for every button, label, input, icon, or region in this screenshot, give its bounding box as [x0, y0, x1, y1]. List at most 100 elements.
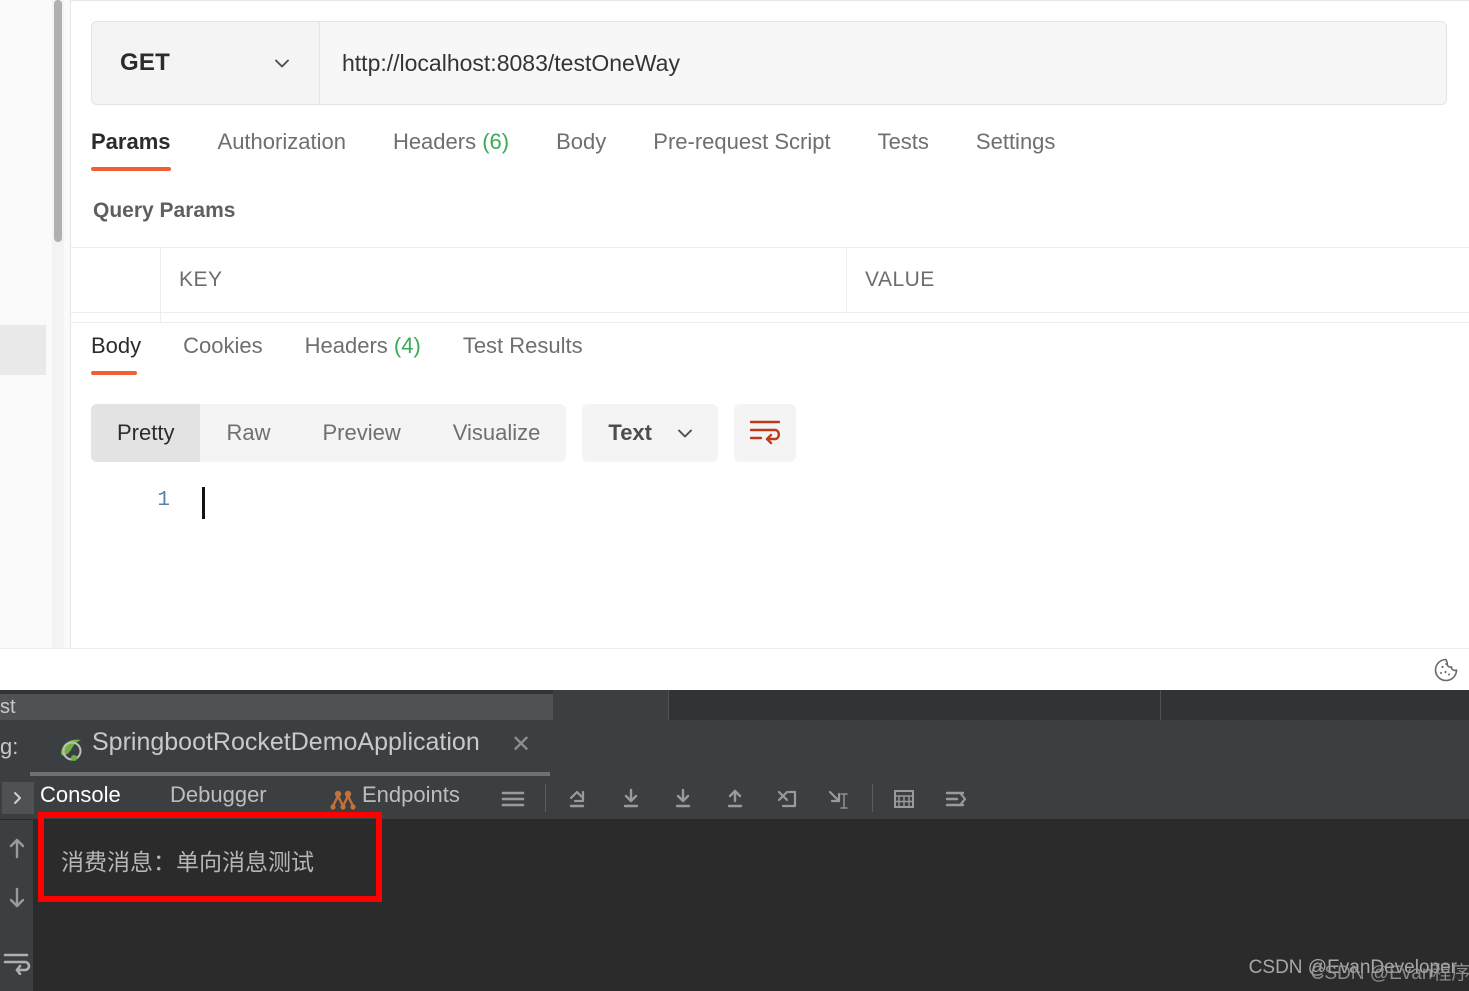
response-footer-bar — [0, 648, 1469, 690]
soft-wrap-icon[interactable] — [3, 947, 31, 975]
tab-headers-label: Headers — [393, 129, 476, 154]
view-mode-preview[interactable]: Preview — [296, 404, 426, 462]
tab-body[interactable]: Body — [556, 119, 606, 173]
run-to-cursor-icon[interactable] — [773, 785, 801, 813]
postman-vertical-scrollbar[interactable] — [52, 0, 64, 648]
request-response-panel: GET http://localhost:8083/testOneWay Par… — [70, 0, 1469, 648]
query-params-title: Query Params — [93, 199, 235, 223]
step-over-icon[interactable] — [565, 785, 593, 813]
tab-response-cookies[interactable]: Cookies — [183, 323, 262, 377]
arrow-down-icon[interactable] — [3, 884, 31, 912]
response-tab-bar: Body Cookies Headers (4) Test Results — [91, 323, 1469, 385]
toolbar-separator — [872, 784, 873, 812]
tab-params[interactable]: Params — [91, 119, 171, 173]
tab-authorization[interactable]: Authorization — [218, 119, 346, 173]
postman-left-strip — [0, 0, 52, 648]
step-into-icon[interactable] — [617, 785, 645, 813]
ide-subtab-console[interactable]: Console — [40, 782, 121, 808]
tab-separator — [1160, 690, 1161, 720]
tab-settings-label: Settings — [976, 129, 1056, 154]
run-panel-label: g: — [0, 734, 18, 760]
tab-authorization-label: Authorization — [218, 129, 346, 154]
view-mode-raw[interactable]: Raw — [200, 404, 296, 462]
tab-response-cookies-label: Cookies — [183, 333, 262, 358]
ide-editor-tab-strip: st — [0, 690, 1469, 720]
request-tab-bar: Params Authorization Headers (6) Body Pr… — [91, 119, 1469, 181]
tab-pre-request-script[interactable]: Pre-request Script — [653, 119, 830, 173]
http-method-select[interactable]: GET — [91, 21, 319, 105]
tab-response-headers-count: (4) — [394, 333, 421, 358]
chevron-down-icon — [271, 52, 293, 74]
scrollbar-thumb[interactable] — [54, 0, 62, 242]
url-bar: GET http://localhost:8083/testOneWay — [91, 21, 1447, 105]
console-left-rail — [0, 820, 33, 991]
tab-response-body[interactable]: Body — [91, 323, 141, 377]
drop-frame-icon[interactable] — [825, 785, 853, 813]
watermark: CSDN @EvanDeveloper CSDN @Evan程序员 — [1249, 957, 1457, 979]
screen-root: GET http://localhost:8083/testOneWay Par… — [0, 0, 1469, 991]
table-checkbox-gutter — [71, 247, 161, 313]
view-mode-pretty[interactable]: Pretty — [91, 404, 200, 462]
tab-separator — [668, 690, 669, 720]
view-mode-segmented: Pretty Raw Preview Visualize — [91, 404, 566, 462]
tab-response-headers[interactable]: Headers (4) — [305, 323, 421, 377]
tab-tests[interactable]: Tests — [878, 119, 929, 173]
sidebar-highlight-block — [0, 325, 46, 375]
view-mode-visualize-label: Visualize — [453, 420, 541, 446]
tab-test-results[interactable]: Test Results — [463, 323, 583, 377]
force-step-into-icon[interactable] — [669, 785, 697, 813]
tab-test-results-label: Test Results — [463, 333, 583, 358]
chevron-right-icon[interactable] — [2, 782, 34, 814]
watermark-overlay-text: CSDN @Evan程序员 — [1311, 958, 1469, 985]
tab-settings[interactable]: Settings — [976, 119, 1056, 173]
menu-lines-icon[interactable] — [499, 785, 527, 813]
url-input[interactable]: http://localhost:8083/testOneWay — [319, 21, 1447, 105]
word-wrap-icon — [748, 416, 782, 451]
toolbar-separator — [545, 784, 546, 812]
tab-params-label: Params — [91, 129, 171, 154]
view-mode-visualize[interactable]: Visualize — [427, 404, 567, 462]
run-configuration-name: SpringbootRocketDemoApplication — [92, 728, 480, 757]
step-out-icon[interactable] — [721, 785, 749, 813]
cookie-icon[interactable] — [1429, 655, 1463, 685]
query-params-empty-row[interactable] — [71, 313, 1469, 323]
run-panel-header: g: SpringbootRocketDemoApplication ✕ — [0, 720, 1469, 776]
response-body-editor[interactable]: 1 — [71, 471, 1469, 648]
column-header-value: VALUE — [847, 247, 1469, 313]
response-format-value: Text — [608, 420, 652, 446]
view-mode-preview-label: Preview — [322, 420, 400, 446]
close-icon[interactable]: ✕ — [511, 730, 531, 759]
ide-subtab-debugger[interactable]: Debugger — [170, 782, 267, 808]
http-method-label: GET — [120, 49, 170, 77]
view-mode-pretty-label: Pretty — [117, 420, 174, 446]
response-format-select[interactable]: Text — [582, 404, 718, 462]
evaluate-expression-icon[interactable] — [890, 785, 918, 813]
tab-tests-label: Tests — [878, 129, 929, 154]
tab-headers-count: (6) — [482, 129, 509, 154]
tab-headers[interactable]: Headers (6) — [393, 119, 509, 173]
word-wrap-button[interactable] — [734, 404, 796, 462]
tab-pre-request-script-label: Pre-request Script — [653, 129, 830, 154]
column-header-key: KEY — [161, 247, 847, 313]
run-panel-toolbar: Console Debugger Endpoints — [0, 776, 1469, 820]
arrow-up-icon[interactable] — [3, 834, 31, 862]
tab-response-body-label: Body — [91, 333, 141, 358]
show-execution-point-icon[interactable] — [942, 785, 970, 813]
ide-editor-tab-label: st — [0, 696, 16, 719]
tab-response-headers-label: Headers — [305, 333, 388, 358]
chevron-down-icon — [674, 422, 696, 444]
url-text: http://localhost:8083/testOneWay — [342, 50, 680, 77]
view-mode-raw-label: Raw — [226, 420, 270, 446]
ide-editor-tab-active[interactable]: st — [0, 694, 553, 720]
tab-body-label: Body — [556, 129, 606, 154]
endpoints-icon — [330, 786, 356, 812]
response-view-toolbar: Pretty Raw Preview Visualize Text — [91, 404, 796, 462]
intellij-bottom-panel: st g: SpringbootRocketDemoApplication ✕ — [0, 690, 1469, 991]
console-output-line: 消费消息：单向消息测试 — [61, 843, 314, 877]
editor-text-cursor — [202, 487, 205, 519]
postman-window: GET http://localhost:8083/testOneWay Par… — [0, 0, 1469, 690]
spring-boot-icon — [55, 734, 89, 764]
query-params-table-header: KEY VALUE — [71, 247, 1469, 313]
editor-line-number: 1 — [146, 489, 170, 512]
ide-subtab-endpoints[interactable]: Endpoints — [362, 782, 460, 808]
